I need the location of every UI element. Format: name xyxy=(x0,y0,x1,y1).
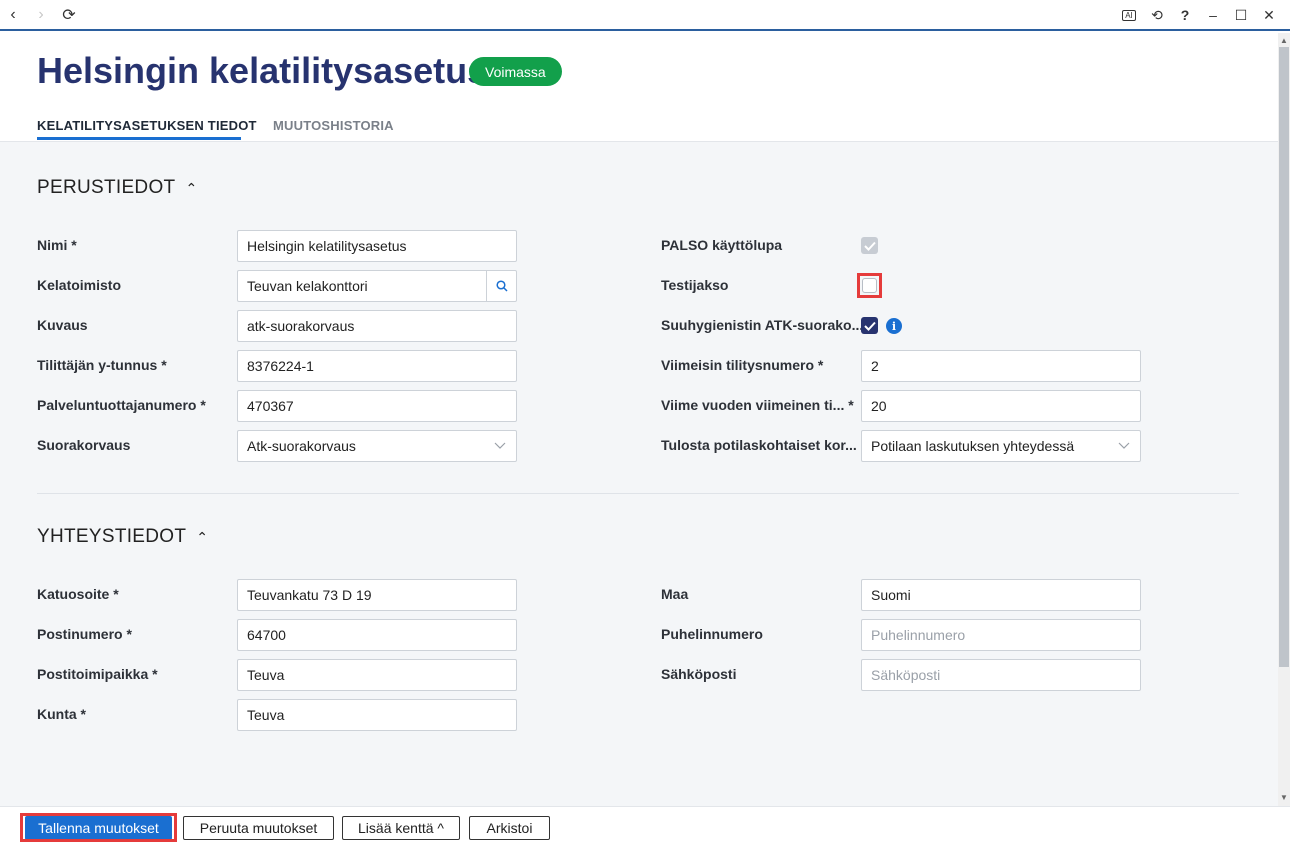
viimeisin-tilitysnumero-input[interactable]: 2 xyxy=(861,350,1141,382)
kelatoimisto-value: Teuvan kelakonttori xyxy=(247,278,368,294)
kelatoimisto-input[interactable]: Teuvan kelakonttori xyxy=(237,270,517,302)
label-suuhygienistin-atk-suorakorvaus: Suuhygienistin ATK-suorako... xyxy=(661,317,864,333)
testijakso-checkbox[interactable] xyxy=(862,278,877,293)
reload-icon[interactable]: ⟳ xyxy=(59,5,79,25)
kunta-input[interactable]: Teuva xyxy=(237,699,517,731)
label-palveluntuottajanumero: Palveluntuottajanumero * xyxy=(37,397,206,413)
tab-muutoshistoria[interactable]: MUUTOSHISTORIA xyxy=(273,118,394,133)
section-title: YHTEYSTIEDOT xyxy=(37,526,187,547)
label-sahkoposti: Sähköposti xyxy=(661,666,737,682)
label-postinumero: Postinumero * xyxy=(37,626,132,642)
form-content: PERUSTIEDOT ⌃ Nimi * Helsingin kelatilit… xyxy=(0,142,1278,806)
label-viimeisin-tilitysnumero: Viimeisin tilitysnumero * xyxy=(661,357,824,373)
ai-icon[interactable]: AI xyxy=(1119,5,1139,25)
suorakorvaus-select[interactable]: Atk-suorakorvaus xyxy=(237,430,517,462)
page-header: Helsingin kelatilitysasetus Voimassa KEL… xyxy=(0,33,1278,142)
check-icon xyxy=(863,241,876,251)
kuvaus-input[interactable]: atk-suorakorvaus xyxy=(237,310,517,342)
y-tunnus-input[interactable]: 8376224-1 xyxy=(237,350,517,382)
label-maa: Maa xyxy=(661,586,689,602)
nimi-input[interactable]: Helsingin kelatilitysasetus xyxy=(237,230,517,262)
scroll-down-icon[interactable]: ▼ xyxy=(1280,793,1288,802)
suorakorvaus-value: Atk-suorakorvaus xyxy=(247,438,356,454)
vertical-scrollbar[interactable]: ▲ ▼ xyxy=(1278,33,1290,806)
active-tab-indicator xyxy=(37,137,241,140)
scroll-up-icon[interactable]: ▲ xyxy=(1280,36,1288,45)
palso-kayttolupa-checkbox xyxy=(861,237,878,254)
label-nimi: Nimi * xyxy=(37,237,77,253)
postitoimipaikka-input[interactable]: Teuva xyxy=(237,659,517,691)
label-suorakorvaus: Suorakorvaus xyxy=(37,437,131,453)
tab-kelatilitysasetuksen-tiedot[interactable]: KELATILITYSASETUKSEN TIEDOT xyxy=(37,118,257,133)
katuosoite-input[interactable]: Teuvankatu 73 D 19 xyxy=(237,579,517,611)
status-badge: Voimassa xyxy=(469,57,562,86)
label-katuosoite: Katuosoite * xyxy=(37,586,119,602)
chevron-up-icon[interactable]: ⌃ xyxy=(196,529,208,546)
section-yhteystiedot-header[interactable]: YHTEYSTIEDOT ⌃ xyxy=(37,526,208,548)
minimize-icon[interactable]: – xyxy=(1203,5,1223,25)
label-kunta: Kunta * xyxy=(37,706,86,722)
back-icon[interactable]: ‹ xyxy=(3,5,23,25)
check-icon xyxy=(863,321,876,331)
chevron-down-icon xyxy=(494,439,506,454)
label-tulosta-potilaskohtaiset: Tulosta potilaskohtaiset kor... xyxy=(661,437,857,453)
sahkoposti-input[interactable]: Sähköposti xyxy=(861,659,1141,691)
search-icon[interactable] xyxy=(486,271,516,301)
label-testijakso: Testijakso xyxy=(661,277,729,293)
chevron-up-icon[interactable]: ⌃ xyxy=(185,180,197,197)
label-postitoimipaikka: Postitoimipaikka * xyxy=(37,666,158,682)
chevron-down-icon xyxy=(1118,439,1130,454)
postinumero-input[interactable]: 64700 xyxy=(237,619,517,651)
info-icon[interactable]: i xyxy=(886,318,902,334)
palveluntuottajanumero-input[interactable]: 470367 xyxy=(237,390,517,422)
scrollbar-thumb[interactable] xyxy=(1279,47,1289,667)
history-icon[interactable]: ⟲ xyxy=(1147,5,1167,25)
label-puhelinnumero: Puhelinnumero xyxy=(661,626,763,642)
suuhygienistin-atk-checkbox[interactable] xyxy=(861,317,878,334)
label-tilittajan-y-tunnus: Tilittäjän y-tunnus * xyxy=(37,357,167,373)
window-toolbar: ‹ › ⟳ AI ⟲ ? – ☐ ✕ xyxy=(0,0,1290,31)
maa-input[interactable]: Suomi xyxy=(861,579,1141,611)
help-icon[interactable]: ? xyxy=(1175,5,1195,25)
label-palso-kayttolupa: PALSO käyttölupa xyxy=(661,237,783,253)
tulosta-potilaskohtaiset-value: Potilaan laskutuksen yhteydessä xyxy=(871,438,1075,454)
maximize-icon[interactable]: ☐ xyxy=(1231,5,1251,25)
archive-button[interactable]: Arkistoi xyxy=(469,816,550,840)
puhelinnumero-input[interactable]: Puhelinnumero xyxy=(861,619,1141,651)
section-title: PERUSTIEDOT xyxy=(37,177,176,198)
cancel-button[interactable]: Peruuta muutokset xyxy=(183,816,334,840)
section-divider xyxy=(37,493,1239,494)
close-icon[interactable]: ✕ xyxy=(1259,5,1279,25)
label-kuvaus: Kuvaus xyxy=(37,317,88,333)
page-title: Helsingin kelatilitysasetus xyxy=(37,50,488,91)
save-button-highlight xyxy=(20,813,177,842)
label-kelatoimisto: Kelatoimisto xyxy=(37,277,122,293)
action-bar: Tallenna muutokset Peruuta muutokset Lis… xyxy=(0,806,1290,847)
label-viime-vuoden-viimeinen: Viime vuoden viimeinen ti... * xyxy=(661,397,854,413)
viime-vuoden-viimeinen-input[interactable]: 20 xyxy=(861,390,1141,422)
tulosta-potilaskohtaiset-select[interactable]: Potilaan laskutuksen yhteydessä xyxy=(861,430,1141,462)
add-field-button[interactable]: Lisää kenttä ^ xyxy=(342,816,460,840)
section-perustiedot-header[interactable]: PERUSTIEDOT ⌃ xyxy=(37,177,197,199)
forward-icon[interactable]: › xyxy=(31,5,51,25)
